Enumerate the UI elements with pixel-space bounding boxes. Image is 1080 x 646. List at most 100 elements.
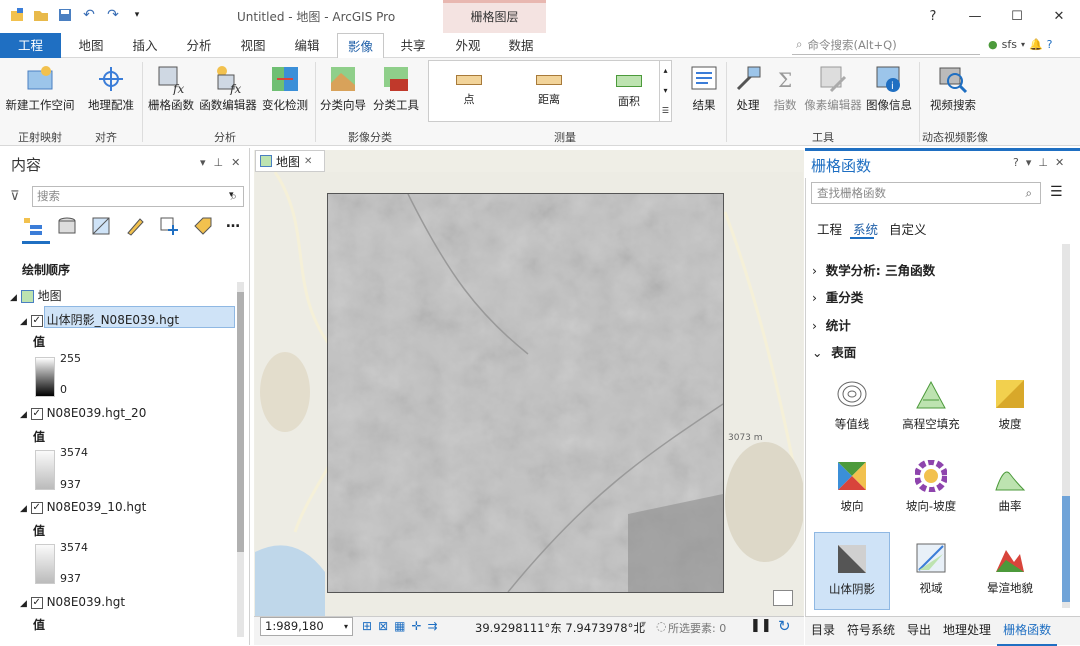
tab-export[interactable]: 导出 [901,617,937,646]
function-viewshed[interactable]: 视域 [893,532,969,610]
search-options-icon[interactable]: ▾ [229,190,234,200]
list-by-editing-icon[interactable] [124,215,146,237]
coord-dropdown-icon[interactable]: ▾ [641,619,646,630]
help-circle-icon[interactable]: ? [1047,38,1053,51]
user-menu[interactable]: ● sfs ▾ 🔔 ? [988,38,1053,51]
indices-button[interactable]: Σ 指数 [770,63,800,113]
function-contour[interactable]: 等值线 [814,368,890,446]
help-button[interactable]: ? [912,6,954,26]
scale-selector[interactable]: 1:989,180 ▾ [260,617,353,636]
tab-raster-functions[interactable]: 栅格函数 [997,617,1058,646]
tab-catalog[interactable]: 目录 [805,617,841,646]
more-options-icon[interactable]: … [226,215,248,237]
minimize-button[interactable]: — [954,6,996,26]
close-button[interactable]: ✕ [1038,6,1080,26]
video-search-button[interactable]: 视频搜索 [928,63,978,113]
collapse-icon[interactable]: ◢ [20,317,27,327]
refresh-icon[interactable]: ↻ [778,617,791,635]
function-curvature[interactable]: 曲率 [972,450,1048,528]
find-raster-function-input[interactable]: 查找栅格函数 ⌕ [811,182,1041,204]
command-search-input[interactable]: ⌕ 命令搜索(Alt+Q) [792,35,980,55]
redo-icon[interactable]: ↷ [104,6,122,24]
tab-symbology[interactable]: 符号系统 [841,617,901,646]
pane-menu-icon[interactable]: ▾ [1026,156,1032,169]
tab-imagery[interactable]: 影像 [337,33,384,58]
list-by-labeling-icon[interactable] [192,215,214,237]
collapse-icon[interactable]: ◢ [20,410,27,420]
change-detection-button[interactable]: 变化检测 [260,63,310,113]
map-overview-icon[interactable] [773,590,793,606]
new-project-icon[interactable] [8,6,26,24]
layer-visibility-checkbox[interactable]: ✓ [30,501,43,514]
map-view-tab[interactable]: 地图 ✕ [255,150,325,172]
collapse-icon[interactable]: ◢ [20,599,27,609]
pin-icon[interactable]: ⊥ [214,156,224,169]
pane-close-icon[interactable]: ✕ [231,156,240,169]
list-by-drawing-order-icon[interactable] [22,215,44,237]
pixel-editor-button[interactable]: 像素编辑器 [803,63,863,113]
undo-icon[interactable]: ↶ [80,6,98,24]
grid-icon[interactable]: ⊠ [378,619,388,633]
pane-menu-icon[interactable]: ▾ [200,156,206,169]
function-slope[interactable]: 坡度 [972,368,1048,446]
layer-row-hgt-10[interactable]: ◢ ✓ N08E039_10.hgt [20,500,146,514]
snapping-icon[interactable]: ⇉ [428,619,438,633]
category-statistics[interactable]: › 统计 [812,315,851,334]
save-project-icon[interactable] [56,6,74,24]
category-surface[interactable]: ⌄ 表面 [812,342,856,361]
tab-view[interactable]: 视图 [232,33,274,58]
filter-icon[interactable]: ⊽ [10,189,20,204]
pin-icon[interactable]: ⊥ [1038,156,1048,169]
map-node[interactable]: ◢ 地图 [10,287,62,304]
layer-visibility-checkbox[interactable]: ✓ [30,596,43,609]
layer-visibility-checkbox[interactable]: ✓ [30,314,43,327]
close-tab-icon[interactable]: ✕ [304,156,312,167]
table-icon[interactable]: ▦ [394,619,405,633]
crosshair-icon[interactable]: ✛ [411,619,421,633]
hamburger-menu-icon[interactable]: ☰ [1050,184,1063,200]
tab-data[interactable]: 数据 [500,33,542,58]
tab-project-functions[interactable]: 工程 [817,219,842,238]
help-icon[interactable]: ? [1013,156,1019,169]
tab-insert[interactable]: 插入 [124,33,166,58]
collapse-icon[interactable]: ◢ [10,293,17,303]
tab-share[interactable]: 共享 [392,33,434,58]
maximize-button[interactable]: ☐ [996,6,1038,26]
contents-search-input[interactable]: 搜索 ⌕ [32,186,244,207]
tab-map[interactable]: 地图 [70,33,112,58]
gallery-scroll[interactable]: ▴ ▾ ☰ [659,61,671,121]
tab-project[interactable]: 工程 [0,33,61,58]
function-hillshade[interactable]: 山体阴影 [814,532,890,610]
function-aspect[interactable]: 坡向 [814,450,890,528]
measure-area-button[interactable]: 面积 [607,75,651,109]
collapse-icon[interactable]: ◢ [20,504,27,514]
classification-tools-button[interactable]: 分类工具 [371,63,421,113]
function-shaded-relief[interactable]: 晕渲地貌 [972,532,1048,610]
contents-scrollbar-thumb[interactable] [237,292,244,552]
function-aspect-slope[interactable]: 坡向-坡度 [893,450,969,528]
list-by-selection-icon[interactable] [90,215,112,237]
georeference-button[interactable]: 地理配准 [86,63,136,113]
fixed-zoom-icon[interactable]: ⊞ [362,619,372,633]
pause-drawing-icon[interactable]: ❚❚ [750,618,772,633]
layer-row-hillshade[interactable]: ◢ ✓ 山体阴影_N08E039.hgt [20,311,179,328]
category-reclass[interactable]: › 重分类 [812,287,863,306]
tab-analysis[interactable]: 分析 [178,33,220,58]
function-elevation-void-fill[interactable]: 高程空填充 [893,368,969,446]
pane-close-icon[interactable]: ✕ [1055,156,1064,169]
tab-system-functions[interactable]: 系统 [853,219,878,238]
list-by-snapping-icon[interactable] [158,215,180,237]
results-button[interactable]: 结果 [686,63,722,113]
measure-distance-button[interactable]: 距离 [527,75,571,107]
classification-wizard-button[interactable]: 分类向导 [318,63,368,113]
notification-icon[interactable]: 🔔 [1029,38,1043,51]
measure-point-button[interactable]: 点 [449,75,489,107]
raster-functions-button[interactable]: fx 栅格函数 [146,63,196,113]
layer-row-hgt-20[interactable]: ◢ ✓ N08E039.hgt_20 [20,406,146,420]
tab-edit[interactable]: 编辑 [286,33,328,58]
customize-toolbar-icon[interactable]: ▾ [128,6,146,24]
processing-button[interactable]: 处理 [730,63,766,113]
tab-appearance[interactable]: 外观 [447,33,489,58]
category-math-trig[interactable]: › 数学分析: 三角函数 [812,260,935,279]
raster-functions-scrollbar-thumb[interactable] [1062,496,1070,602]
